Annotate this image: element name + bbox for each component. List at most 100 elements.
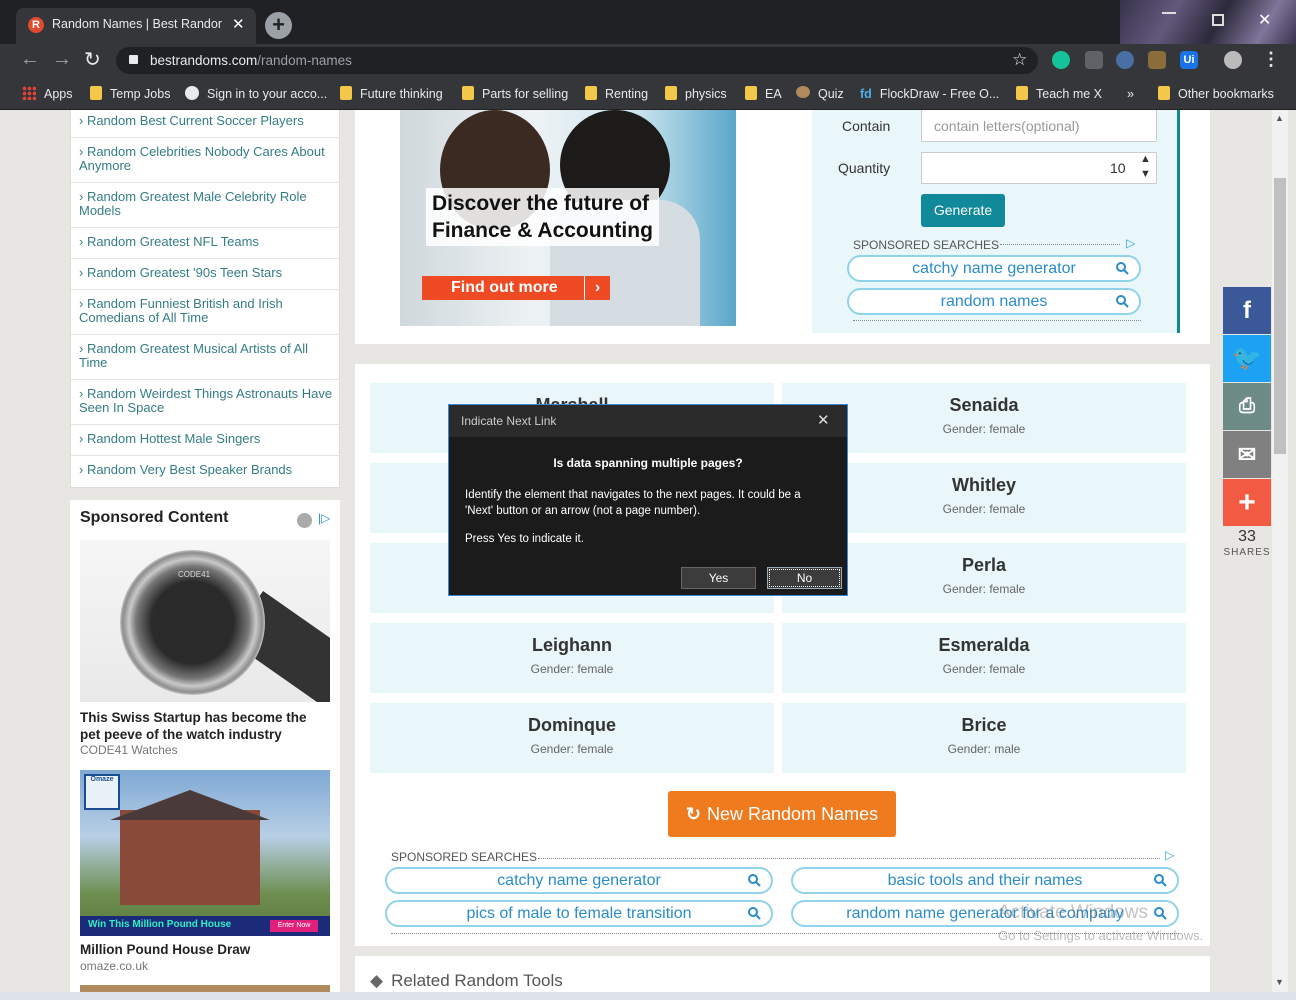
extension-icon[interactable] <box>1116 51 1134 69</box>
search-icon <box>748 907 761 920</box>
ad-headline[interactable]: Million Pound House Draw <box>80 942 250 957</box>
contain-input[interactable]: contain letters(optional) <box>921 110 1157 142</box>
email-share-button[interactable]: ✉ <box>1223 431 1271 478</box>
minimize-icon[interactable] <box>1162 12 1176 14</box>
sponsored-search-pill[interactable]: catchy name generator <box>385 867 773 894</box>
bookmark-parts[interactable]: Parts for selling <box>462 84 568 104</box>
bookmark-teach-me[interactable]: Teach me X <box>1016 84 1102 104</box>
house-ad-banner: Win This Million Pound House Enter Now <box>80 916 330 936</box>
sidebar-link[interactable]: › Random Greatest '90s Teen Stars <box>71 266 339 290</box>
stepper-up-icon[interactable]: ▲ <box>1140 153 1151 165</box>
sidebar-link[interactable]: › Random Funniest British and Irish Come… <box>71 297 339 335</box>
uipath-extension-icon[interactable]: Ui <box>1180 51 1198 69</box>
bookmark-future-thinking[interactable]: Future thinking <box>340 84 443 104</box>
tab-close-icon[interactable]: ✕ <box>232 15 245 33</box>
maximize-icon[interactable] <box>1212 14 1224 26</box>
bookmark-star-icon[interactable]: ☆ <box>1012 50 1027 70</box>
menu-icon[interactable]: ⋮ <box>1262 49 1280 70</box>
folder-icon <box>462 86 474 100</box>
bookmarks-overflow-button[interactable]: » <box>1127 84 1134 104</box>
sponsored-searches-label: SPONSORED SEARCHES <box>853 238 1000 252</box>
globe-icon <box>185 86 199 100</box>
enter-now-button[interactable]: Enter Now <box>270 920 318 932</box>
bookmark-sign-in[interactable]: Sign in to your acco... <box>185 84 327 104</box>
bookmark-temp-jobs[interactable]: Temp Jobs <box>90 84 170 104</box>
bookmark-label: Parts for selling <box>482 87 569 101</box>
no-button[interactable]: No <box>767 567 842 589</box>
share-count: 33 <box>1238 528 1256 545</box>
bookmark-label: physics <box>685 87 727 101</box>
chevron-right-icon: › <box>584 276 610 300</box>
yes-button[interactable]: Yes <box>681 567 756 589</box>
extension-icon[interactable] <box>1148 51 1166 69</box>
sponsored-search-pill[interactable]: basic tools and their names <box>791 867 1179 894</box>
bookmark-ea[interactable]: EA <box>745 84 782 104</box>
more-share-button[interactable]: + <box>1223 479 1271 526</box>
scroll-up-icon[interactable]: ▲ <box>1275 113 1284 123</box>
find-out-more-button[interactable]: Find out more › <box>422 276 610 300</box>
banner-text: Win This Million Pound House <box>88 919 232 930</box>
bookmark-other[interactable]: Other bookmarks <box>1158 84 1274 104</box>
watch-ad-image[interactable]: CODE41 <box>80 540 330 702</box>
search-icon <box>1154 907 1167 920</box>
extension-icon[interactable] <box>1085 51 1103 69</box>
house-ad-image[interactable]: Omaze Win This Million Pound House Enter… <box>80 770 330 936</box>
adchoices-icon[interactable]: ▷ <box>1126 236 1135 250</box>
bookmark-renting[interactable]: Renting <box>585 84 648 104</box>
sponsored-search-pill[interactable]: pics of male to female transition <box>385 900 773 927</box>
search-term: pics of male to female transition <box>466 905 692 922</box>
ad-headline[interactable]: This Swiss Startup has become the pet pe… <box>80 709 330 743</box>
address-bar[interactable]: bestrandoms.com/random-names ☆ <box>116 47 1038 74</box>
omaze-badge: Omaze <box>84 774 120 810</box>
apps-bookmark[interactable]: Apps <box>22 84 73 104</box>
house-roof <box>110 790 270 820</box>
print-share-button[interactable]: ⎙ <box>1223 383 1271 430</box>
sidebar-link[interactable]: › Random Weirdest Things Astronauts Have… <box>71 387 339 425</box>
sidebar-link[interactable]: › Random Very Best Speaker Brands <box>71 463 339 485</box>
bookmark-label: Quiz <box>818 87 844 101</box>
browser-tab[interactable]: R Random Names | Best Random T ✕ <box>16 8 256 44</box>
adchoices-icon[interactable]: |▷ <box>318 511 330 525</box>
dialog-body: Identify the element that navigates to t… <box>465 489 801 517</box>
sidebar-link[interactable]: › Random Greatest Musical Artists of All… <box>71 342 339 380</box>
sponsored-title: Sponsored Content <box>80 509 229 526</box>
sidebar-link[interactable]: › Random Hottest Male Singers <box>71 432 339 456</box>
quantity-label: Quantity <box>838 160 891 176</box>
sidebar-link[interactable]: › Random Greatest Male Celebrity Role Mo… <box>71 190 339 228</box>
bookmark-quiz[interactable]: Quiz <box>796 84 844 104</box>
reload-icon[interactable]: ↻ <box>84 47 101 72</box>
scrollbar-thumb[interactable] <box>1274 178 1286 454</box>
scroll-down-icon[interactable]: ▼ <box>1275 977 1284 987</box>
outbrain-icon[interactable] <box>297 513 312 528</box>
grammarly-extension-icon[interactable] <box>1052 51 1070 69</box>
window-close-icon[interactable]: ✕ <box>1258 10 1271 30</box>
facebook-share-button[interactable]: f <box>1223 287 1271 334</box>
sidebar-link[interactable]: › Random Celebrities Nobody Cares About … <box>71 145 339 183</box>
forward-icon[interactable]: → <box>52 48 72 71</box>
sponsored-search-pill[interactable]: catchy name generator <box>847 255 1141 282</box>
finance-ad-image[interactable]: Discover the future of Finance & Account… <box>400 110 736 326</box>
twitter-share-button[interactable]: 🐦 <box>1223 335 1271 382</box>
dialog-close-icon[interactable]: ✕ <box>817 411 830 429</box>
folder-icon <box>1158 86 1170 100</box>
quantity-stepper[interactable]: 10 ▲ ▼ <box>921 152 1157 184</box>
generate-button[interactable]: Generate <box>921 194 1005 227</box>
result-name: Dominque <box>528 715 616 735</box>
stepper-down-icon[interactable]: ▼ <box>1140 168 1151 180</box>
folder-icon <box>745 86 757 100</box>
sidebar-link[interactable]: › Random Best Current Soccer Players <box>71 114 339 138</box>
profile-avatar[interactable] <box>1224 51 1242 69</box>
house-shape <box>120 810 260 905</box>
back-icon[interactable]: ← <box>20 48 40 71</box>
result-gender: Gender: female <box>530 662 614 676</box>
sponsored-search-pill[interactable]: random names <box>847 288 1141 315</box>
bookmark-physics[interactable]: physics <box>665 84 727 104</box>
dotted-divider <box>538 858 1160 859</box>
sidebar-link[interactable]: › Random Greatest NFL Teams <box>71 235 339 259</box>
search-term: catchy name generator <box>497 872 661 889</box>
search-icon <box>1116 295 1129 308</box>
new-random-names-button[interactable]: ↻ New Random Names <box>668 791 896 837</box>
new-tab-button[interactable]: + <box>265 12 292 39</box>
bookmark-flockdraw[interactable]: fd FlockDraw - Free O... <box>860 84 999 104</box>
adchoices-icon[interactable]: ▷ <box>1165 848 1174 862</box>
